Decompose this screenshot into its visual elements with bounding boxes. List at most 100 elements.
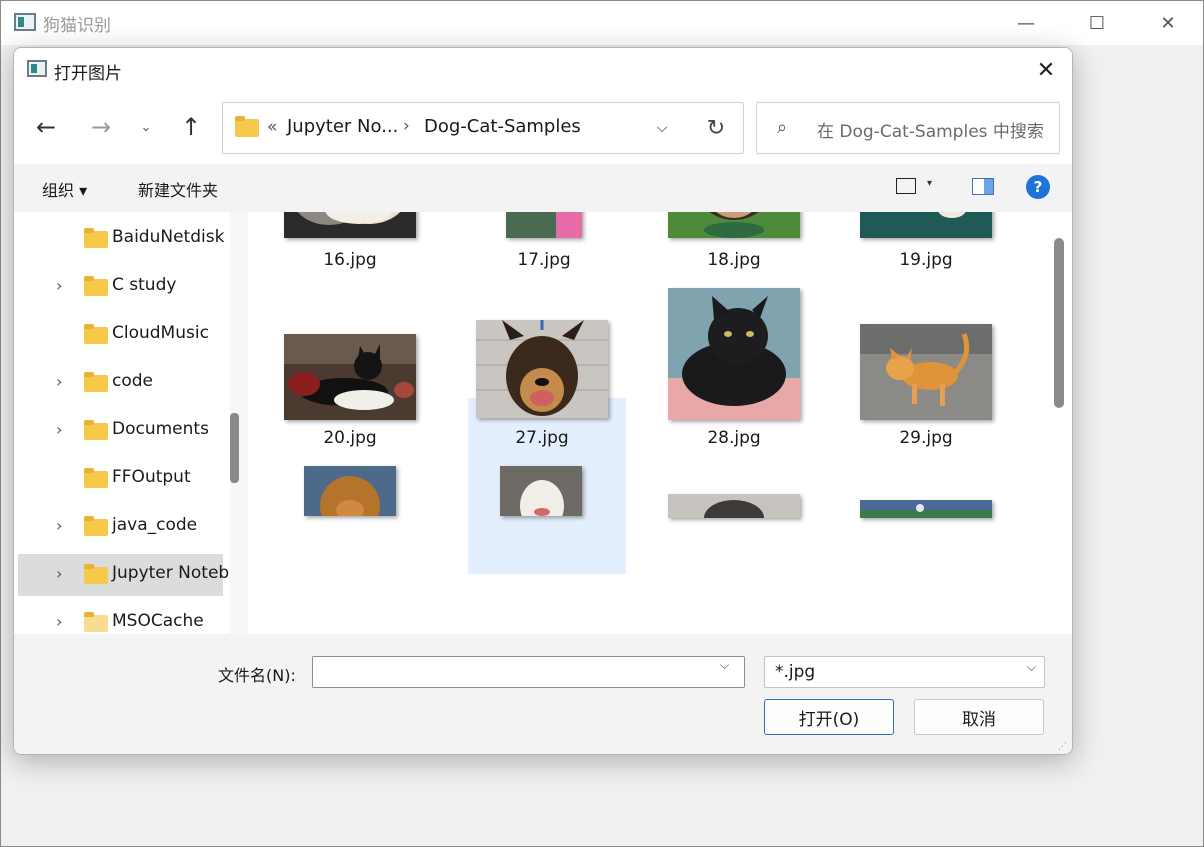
file-view: 16.jpg 17.jpg 18.jpg 19.jpg 20.jpg 27.jpg 28.j…: [248, 212, 1048, 634]
breadcrumb-separator[interactable]: ›: [403, 116, 410, 136]
cat-thumbnail[interactable]: [668, 288, 800, 420]
search-icon: ⌕: [777, 117, 788, 138]
minimize-icon: —: [1017, 12, 1035, 34]
folder-icon: [84, 468, 108, 488]
tree-item-label: Documents: [112, 419, 209, 439]
refresh-button[interactable]: ↻: [701, 113, 731, 143]
folder-icon: [84, 228, 108, 248]
up-button[interactable]: ↑: [174, 110, 208, 144]
tree-item[interactable]: › java_code: [18, 506, 223, 548]
chevron-down-icon: ⌵: [656, 120, 668, 136]
resize-grip-icon[interactable]: ⋰: [1058, 742, 1068, 752]
chevron-right-icon[interactable]: ›: [56, 372, 62, 391]
dialog-close-button[interactable]: ✕: [1028, 52, 1064, 88]
dialog-titlebar: 打开图片 ✕: [14, 48, 1072, 92]
tree-item-label: C study: [112, 275, 177, 295]
cat-thumbnail[interactable]: [860, 324, 992, 420]
chevron-right-icon[interactable]: ›: [56, 612, 62, 631]
tree-item[interactable]: › code: [18, 362, 223, 404]
navigation-pane: › MSOCache › Jupyter Notebook › java_code FFOu…: [14, 212, 248, 634]
navigation-pane-scroll-thumb[interactable]: [230, 413, 239, 483]
file-name-label[interactable]: 28.jpg: [655, 428, 813, 448]
back-button[interactable]: ←: [29, 110, 63, 144]
file-name-label[interactable]: 19.jpg: [847, 250, 1005, 270]
tree-item[interactable]: FFOutput: [18, 458, 223, 500]
dog-thumbnail[interactable]: [476, 320, 608, 418]
breadcrumb-dog-cat-samples[interactable]: Dog-Cat-Samples: [424, 116, 581, 137]
folder-icon: [84, 276, 108, 296]
cat-thumbnail[interactable]: [284, 334, 416, 420]
filename-label: 文件名(N):: [218, 666, 296, 685]
filetype-value: *.jpg: [775, 662, 816, 682]
arrow-up-icon: ↑: [180, 113, 202, 141]
recent-locations-button[interactable]: ⌄: [129, 110, 163, 144]
tree-item[interactable]: › C study: [18, 266, 223, 308]
chevron-right-icon[interactable]: ›: [56, 420, 62, 439]
app-window: 狗猫识别 — ☐ ✕ 打开图片 ✕ ← → ⌄ ↑ « Jupyter No..…: [0, 0, 1204, 847]
close-icon: ✕: [1160, 12, 1176, 34]
open-file-dialog: 打开图片 ✕ ← → ⌄ ↑ « Jupyter No... › Dog-Cat…: [13, 47, 1073, 755]
address-dropdown-button[interactable]: ⌵: [647, 113, 677, 143]
filename-input[interactable]: [312, 656, 745, 688]
tree-item-label: FFOutput: [112, 467, 191, 487]
folder-icon: [84, 324, 108, 344]
minimize-button[interactable]: —: [991, 1, 1061, 45]
filename-dropdown-icon[interactable]: ⌵: [720, 658, 729, 673]
breadcrumb-overflow[interactable]: «: [267, 117, 277, 137]
tree-item[interactable]: › Jupyter Notebook: [18, 554, 248, 596]
maximize-button[interactable]: ☐: [1062, 1, 1132, 45]
organize-menu[interactable]: 组织 ▾: [42, 177, 87, 201]
cat-thumbnail[interactable]: [284, 212, 416, 238]
dog-thumbnail[interactable]: [668, 212, 800, 238]
tree-item-label: code: [112, 371, 153, 391]
dog-thumbnail[interactable]: [506, 212, 582, 238]
preview-pane-icon[interactable]: [972, 178, 994, 195]
tree-item[interactable]: › Documents: [18, 410, 223, 452]
folder-icon: [84, 564, 108, 584]
new-folder-button[interactable]: 新建文件夹: [138, 177, 218, 201]
app-close-button[interactable]: ✕: [1133, 1, 1203, 45]
file-view-scroll-thumb[interactable]: [1054, 238, 1064, 408]
folder-icon: [84, 516, 108, 536]
cat-thumbnail[interactable]: [860, 212, 992, 238]
cat-thumbnail[interactable]: [668, 494, 800, 518]
dog-thumbnail[interactable]: [500, 466, 582, 516]
tree-item[interactable]: › MSOCache: [18, 602, 223, 634]
chevron-right-icon[interactable]: ›: [56, 276, 62, 295]
filetype-select[interactable]: *.jpg ⌵: [764, 656, 1045, 688]
maximize-icon: ☐: [1088, 12, 1106, 34]
file-name-label[interactable]: 27.jpg: [463, 428, 621, 448]
file-name-label[interactable]: 29.jpg: [847, 428, 1005, 448]
chevron-right-icon[interactable]: ›: [56, 564, 62, 583]
dialog-app-icon: [27, 60, 47, 77]
folder-icon: [84, 372, 108, 392]
unknown-thumbnail[interactable]: [860, 500, 992, 518]
chevron-right-icon[interactable]: ›: [56, 516, 62, 535]
search-box[interactable]: ⌕ 在 Dog-Cat-Samples 中搜索: [756, 102, 1060, 154]
app-title: 狗猫识别: [43, 16, 111, 36]
refresh-icon: ↻: [706, 115, 726, 141]
view-options-chevron-icon[interactable]: ▾: [927, 178, 932, 189]
address-bar[interactable]: « Jupyter No... › Dog-Cat-Samples ⌵ ↻: [222, 102, 744, 154]
file-name-label[interactable]: 17.jpg: [465, 250, 623, 270]
app-icon: [14, 13, 36, 31]
file-name-label[interactable]: 16.jpg: [271, 250, 429, 270]
cancel-button[interactable]: 取消: [914, 699, 1044, 735]
file-name-label[interactable]: 20.jpg: [271, 428, 429, 448]
folder-icon: [235, 116, 259, 137]
file-name-label[interactable]: 18.jpg: [655, 250, 813, 270]
help-icon[interactable]: ?: [1026, 175, 1050, 199]
forward-button[interactable]: →: [84, 110, 118, 144]
tree-item-label: Jupyter Notebook: [112, 563, 248, 583]
tree-item[interactable]: BaiduNetdisk: [18, 218, 224, 260]
open-button[interactable]: 打开(O): [764, 699, 894, 735]
tree-item[interactable]: CloudMusic: [18, 314, 223, 356]
folder-icon: [84, 612, 108, 632]
dialog-title: 打开图片: [54, 64, 122, 84]
search-placeholder: 在 Dog-Cat-Samples 中搜索: [817, 122, 1044, 142]
dog-thumbnail[interactable]: [304, 466, 396, 516]
view-mode-icon[interactable]: [896, 178, 916, 194]
folder-icon: [84, 420, 108, 440]
close-icon: ✕: [1036, 57, 1056, 83]
breadcrumb-jupyter[interactable]: Jupyter No...: [287, 116, 398, 137]
